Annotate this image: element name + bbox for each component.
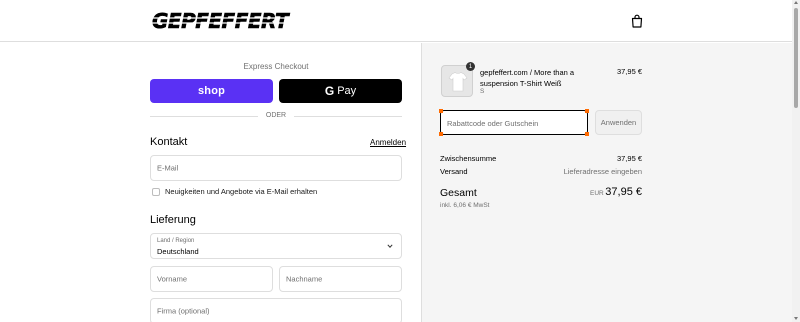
selection-corner-top-right [585,109,589,113]
scroll-down-arrow-icon[interactable] [794,317,798,320]
company-placeholder: Firma (optional) [157,306,210,316]
chevron-down-icon [387,244,393,248]
shipping-label: Versand [440,167,468,176]
shopping-bag-icon[interactable] [631,14,643,28]
email-field[interactable]: E-Mail [150,155,402,181]
selection-corner-bottom-left [439,132,443,136]
subtotal-value: 37,95 € [616,154,642,163]
newsletter-label: Neuigkeiten und Angebote via E-Mail erha… [165,187,318,196]
country-label: Land / Region [157,238,195,244]
newsletter-checkbox[interactable] [152,188,160,196]
selection-corner-top-left [439,109,443,113]
header: GEPFEFFERT [0,0,792,42]
scrollbar-thumb[interactable] [794,8,798,108]
country-value: Deutschland [157,247,199,256]
total-label: Gesamt [440,187,477,199]
total-value: 37,95 € [605,186,642,198]
discount-code-input[interactable]: Rabattcode oder Gutschein [440,110,588,135]
checkout-page: GEPFEFFERT Express Checkout shop G Pay O… [0,0,800,322]
email-placeholder: E-Mail [157,163,179,173]
google-pay-button[interactable]: G Pay [279,79,402,103]
svg-text:GEPFEFFERT: GEPFEFFERT [152,10,290,32]
login-link[interactable]: Anmelden [370,138,406,147]
google-pay-label: Pay [337,85,357,97]
first-name-field[interactable]: Vorname [150,266,273,292]
google-g-icon: G [324,84,335,98]
last-name-field[interactable]: Nachname [279,266,402,292]
product-name: gepfeffert.com / More than a suspension … [480,68,575,88]
product-price: 37,95 € [616,67,642,76]
quantity-badge: 1 [466,62,475,71]
product-variant: S [480,88,485,95]
scroll-up-arrow-icon[interactable] [794,1,798,4]
discount-placeholder: Rabattcode oder Gutschein [447,119,539,128]
tax-note: inkl. 6,06 € MwSt [440,202,490,209]
shop-pay-button[interactable]: shop [150,79,273,103]
store-logo[interactable]: GEPFEFFERT [150,10,302,32]
selection-corner-bottom-right [585,132,589,136]
apply-discount-button[interactable]: Anwenden [595,110,642,135]
divider-right [294,116,402,117]
last-name-placeholder: Nachname [286,274,323,284]
first-name-placeholder: Vorname [157,274,188,284]
country-select[interactable]: Land / Region Deutschland [150,233,402,259]
shipping-value: Lieferadresse eingeben [563,167,642,176]
delivery-heading: Lieferung [150,214,196,226]
express-checkout-label: Express Checkout [243,62,309,71]
subtotal-label: Zwischensumme [440,154,497,163]
contact-heading: Kontakt [150,136,188,148]
company-field[interactable]: Firma (optional) [150,298,402,322]
